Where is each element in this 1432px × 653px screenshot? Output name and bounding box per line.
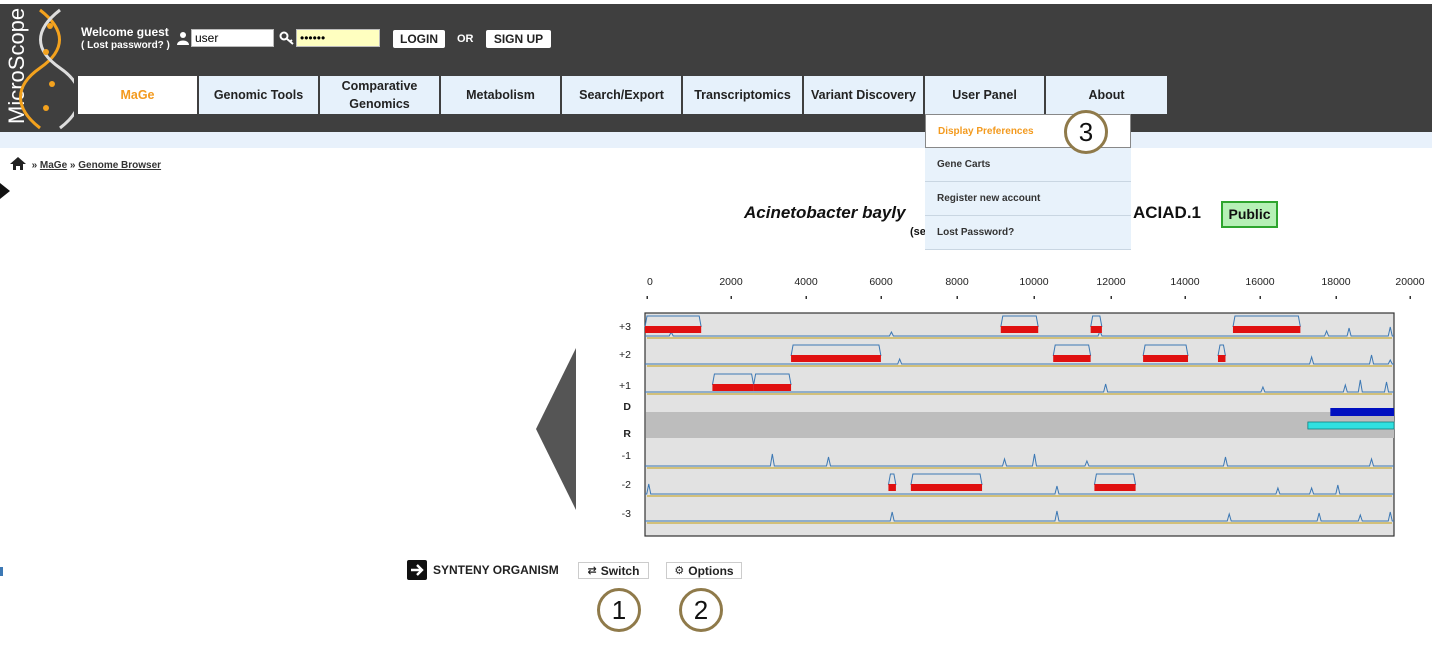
welcome-guest: Welcome guest (81, 25, 169, 39)
breadcrumb: » MaGe » Genome Browser (10, 157, 161, 171)
cds-block (1090, 326, 1102, 333)
menu-lost-password[interactable]: Lost Password? (925, 216, 1131, 250)
expand-arrow-icon[interactable] (0, 183, 12, 199)
cds-block (1217, 355, 1226, 362)
cds-block (791, 355, 881, 362)
frame-label: +1 (619, 380, 631, 392)
signup-button[interactable]: SIGN UP (486, 30, 551, 48)
public-badge: Public (1221, 201, 1278, 228)
cds-block (712, 384, 754, 391)
tab-variant-discovery[interactable]: Variant Discovery (804, 76, 925, 114)
switch-label: Switch (600, 563, 640, 578)
axis-tick-mark (1110, 296, 1112, 299)
cds-block (1053, 355, 1091, 362)
menu-register-account[interactable]: Register new account (925, 182, 1131, 216)
tab-transcriptomics[interactable]: Transcriptomics (683, 76, 804, 114)
breadcrumb-sep: » (69, 160, 76, 171)
rna-band (646, 412, 1394, 438)
breadcrumb-sep: » (31, 160, 38, 171)
user-icon (177, 32, 189, 45)
axis-tick-label: 2000 (719, 276, 743, 288)
tab-metabolism[interactable]: Metabolism (441, 76, 562, 114)
options-button[interactable]: ⚙ Options (666, 562, 742, 579)
breadcrumb-genome-browser[interactable]: Genome Browser (78, 160, 161, 171)
strain-code: ACIAD.1 (1133, 203, 1202, 222)
axis-tick-label: 0 (647, 276, 653, 288)
tab-user-panel[interactable]: User Panel (925, 76, 1046, 114)
axis-tick-label: 16000 (1245, 276, 1274, 288)
axis-tick-label: 20000 (1395, 276, 1424, 288)
breadcrumb-mage[interactable]: MaGe (40, 160, 67, 171)
options-label: Options (688, 563, 734, 578)
cds-block (753, 384, 792, 391)
cds-block (645, 326, 702, 333)
cds-block (1094, 484, 1136, 491)
previous-region-arrow[interactable] (536, 348, 578, 510)
microscope-logo[interactable]: MicroScope (0, 4, 81, 132)
axis-tick-label: 14000 (1170, 276, 1199, 288)
axis-tick-mark (1409, 296, 1411, 299)
svg-text:MicroScope: MicroScope (4, 8, 29, 124)
password-input[interactable]: •••••• (296, 29, 380, 47)
reverse-strand-feature (1307, 421, 1395, 430)
cds-block (888, 484, 896, 491)
frame-label: -1 (622, 450, 631, 462)
username-input[interactable]: user (191, 29, 274, 47)
menu-gene-carts[interactable]: Gene Carts (925, 148, 1131, 182)
tab-about[interactable]: About (1046, 76, 1167, 114)
organism-name: Acinetobacter bayly (744, 203, 906, 222)
synteny-arrow-icon[interactable] (407, 560, 427, 580)
home-icon[interactable] (10, 157, 26, 170)
login-button[interactable]: LOGIN (393, 30, 445, 48)
tab-search-export[interactable]: Search/Export (562, 76, 683, 114)
switch-button[interactable]: ⇄ Switch (578, 562, 649, 579)
frame-label: +2 (619, 349, 631, 361)
axis-tick-label: 6000 (869, 276, 893, 288)
axis-tick-mark (880, 296, 882, 299)
axis-tick-mark (1335, 296, 1337, 299)
axis-tick-label: 8000 (945, 276, 969, 288)
axis-tick-mark (805, 296, 807, 299)
frame-label: -3 (622, 508, 631, 520)
axis-tick-label: 12000 (1096, 276, 1125, 288)
key-icon (279, 31, 294, 45)
callout-2: 2 (679, 588, 723, 632)
gear-icon: ⚙ (674, 565, 685, 577)
header-divider (0, 132, 1432, 148)
tab-genomic-tools[interactable]: Genomic Tools (199, 76, 320, 114)
frame-label: -2 (622, 479, 631, 491)
switch-icon: ⇄ (587, 565, 597, 577)
axis-tick-mark (1259, 296, 1261, 299)
or-label: OR (457, 33, 474, 45)
axis-tick-label: 18000 (1321, 276, 1350, 288)
cds-block (910, 484, 983, 491)
axis-tick-mark (1033, 296, 1035, 299)
frame-label: D (623, 401, 631, 413)
frame-label: +3 (619, 321, 631, 333)
axis-tick-label: 4000 (794, 276, 818, 288)
lost-password-link[interactable]: ( Lost password? ) (81, 39, 170, 52)
genome-browser[interactable]: 0 2000 4000 6000 8000 10000 12000 14000 16000 180… (600, 270, 1432, 542)
cds-block (1000, 326, 1039, 333)
direct-strand-feature (1330, 408, 1394, 416)
frame-label: R (623, 428, 631, 440)
callout-3: 3 (1064, 110, 1108, 154)
axis-tick-label: 10000 (1019, 276, 1048, 288)
axis-tick-mark (1184, 296, 1186, 299)
tab-comparative-genomics[interactable]: Comparative Genomics (320, 76, 441, 114)
synteny-organism-label: SYNTENY ORGANISM (433, 563, 559, 577)
tab-mage[interactable]: MaGe (78, 76, 199, 114)
organism-sub: (se (910, 226, 926, 238)
axis-tick-mark (646, 296, 648, 299)
axis-tick-mark (956, 296, 958, 299)
left-edge-marker (0, 567, 3, 576)
callout-1: 1 (597, 588, 641, 632)
welcome-text: Welcome guest ( Lost password? ) (81, 26, 170, 52)
cds-block (1143, 355, 1189, 362)
axis-tick-mark (730, 296, 732, 299)
cds-block (1232, 326, 1301, 333)
